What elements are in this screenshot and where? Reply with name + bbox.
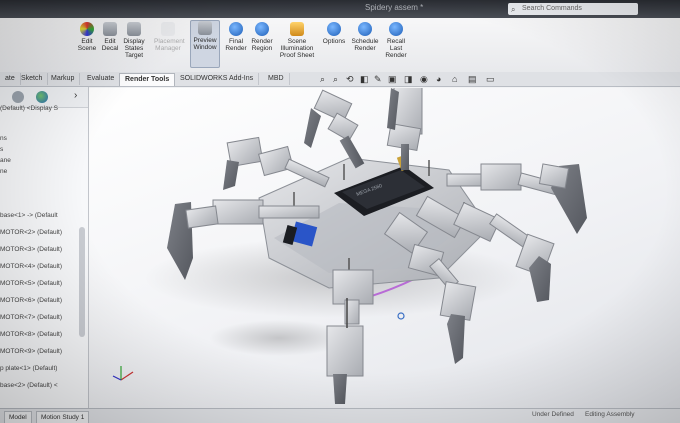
solidworks-window: Spidery assem * ⌕ Search Commands Edit S… <box>0 0 680 423</box>
illumination-icon <box>290 22 304 36</box>
final-render-button[interactable]: Final Render <box>222 22 250 52</box>
schedule-render-button[interactable]: Schedule Render <box>349 22 381 52</box>
recall-last-render-button[interactable]: Recall Last Render <box>382 22 410 59</box>
leg-front-center <box>386 88 423 170</box>
chevron-right-icon[interactable]: › <box>74 90 77 101</box>
hexapod-robot-model[interactable]: MEGA 2560 <box>89 88 680 408</box>
tab-solidworks-addins[interactable]: SOLIDWORKS Add-Ins <box>175 73 260 85</box>
options-button[interactable]: Options <box>320 22 348 45</box>
heads-up-view-toolbar: ⌕ ⌕ ⟲ ◧ ✎ ▣ ◨ ◉ ◕ ⌂ ▤ ▭ <box>320 74 530 88</box>
tree-item[interactable]: p plate<1> (Default) <box>0 363 84 374</box>
illumination-label: Scene Illumination Proof Sheet <box>279 38 315 59</box>
options-icon <box>327 22 341 36</box>
tree-item[interactable]: (Default) <Display S <box>0 103 84 114</box>
appearance-icon[interactable] <box>36 91 48 103</box>
edit-scene-label: Edit Scene <box>77 38 97 52</box>
title-bar: Spidery assem * ⌕ Search Commands <box>0 0 680 18</box>
graphics-area[interactable]: MEGA 2560 <box>89 88 680 408</box>
display-states-label: Display States Target <box>123 38 145 59</box>
render-region-icon <box>255 22 269 36</box>
previous-view-icon[interactable]: ⟲ <box>346 74 354 85</box>
tab-model[interactable]: Model <box>4 411 32 423</box>
schedule-render-icon <box>358 22 372 36</box>
tree-item[interactable]: s <box>0 144 84 155</box>
tab-sketch[interactable]: Sketch <box>16 73 49 85</box>
view-orientation-icon[interactable]: ▣ <box>388 74 397 85</box>
preview-window-button[interactable]: Preview Window <box>190 20 220 68</box>
maximize-icon[interactable]: ▭ <box>486 74 495 85</box>
zoom-area-icon[interactable]: ⌕ <box>333 74 338 85</box>
tree-item[interactable]: MOTOR<7> (Default) <box>0 312 84 323</box>
edit-appearance-icon[interactable]: ◕ <box>436 74 441 84</box>
tab-markup[interactable]: Markup <box>46 73 81 85</box>
recall-render-icon <box>389 22 403 36</box>
leg-front-center-lower <box>326 269 374 404</box>
placement-manager-label: Placement Manager <box>154 38 185 52</box>
tree-item[interactable]: ane <box>0 155 84 166</box>
tree-item[interactable]: ne <box>0 166 84 177</box>
hide-show-items-icon[interactable]: ◉ <box>420 74 428 85</box>
tree-item[interactable] <box>0 177 84 188</box>
feature-manager-panel: › (Default) <Display S ns s ane ne base<1> ->… <box>0 87 89 423</box>
render-region-button[interactable]: Render Region <box>248 22 276 52</box>
tree-item[interactable]: MOTOR<6> (Default) <box>0 295 84 306</box>
illumination-proof-sheet-button[interactable]: Scene Illumination Proof Sheet <box>279 22 315 59</box>
final-render-label: Final Render <box>225 38 247 52</box>
tab-mbd[interactable]: MBD <box>263 73 290 85</box>
tab-render-tools[interactable]: Render Tools <box>119 73 176 86</box>
search-placeholder: Search Commands <box>522 5 582 12</box>
apply-scene-icon[interactable]: ⌂ <box>452 74 457 84</box>
recall-render-label: Recall Last Render <box>385 38 407 59</box>
search-commands-input[interactable]: ⌕ Search Commands <box>508 3 638 15</box>
display-states-icon <box>127 22 141 36</box>
feature-tree-icon[interactable] <box>12 91 24 103</box>
tree-item[interactable]: MOTOR<4> (Default) <box>0 261 84 272</box>
section-view-icon[interactable]: ◧ <box>360 74 369 85</box>
tree-item[interactable]: MOTOR<2> (Default) <box>0 227 84 238</box>
status-bar: Model Motion Study 1 Under Defined Editi… <box>0 408 680 423</box>
tab-evaluate[interactable]: Evaluate <box>82 73 121 85</box>
document-title: Spidery assem * <box>365 3 424 12</box>
coordinate-triad-icon <box>112 366 134 381</box>
display-style-icon[interactable]: ◨ <box>404 74 413 85</box>
final-render-icon <box>229 22 243 36</box>
display-states-button[interactable]: Display States Target <box>120 22 148 59</box>
ribbon-toolbar: Edit Scene Edit Decal Display States Tar… <box>0 18 680 73</box>
definition-status: Under Defined <box>532 411 574 418</box>
render-region-label: Render Region <box>251 38 273 52</box>
edit-decal-icon <box>103 22 117 36</box>
edit-decal-label: Edit Decal <box>101 38 119 52</box>
preview-window-label: Preview Window <box>193 37 217 51</box>
leg-front-left-upper <box>304 89 365 169</box>
search-icon: ⌕ <box>511 5 516 14</box>
tree-item[interactable]: MOTOR<9> (Default) <box>0 346 84 357</box>
placement-manager-icon <box>161 22 175 36</box>
tree-item[interactable]: MOTOR<8> (Default) <box>0 329 84 340</box>
dynamic-annotation-icon[interactable]: ✎ <box>374 74 382 85</box>
schedule-render-label: Schedule Render <box>351 38 379 52</box>
tree-item[interactable]: base<2> (Default) < <box>0 380 84 391</box>
tree-item[interactable]: MOTOR<3> (Default) <box>0 244 84 255</box>
editing-status: Editing Assembly <box>585 411 635 418</box>
tree-scrollbar[interactable] <box>79 227 85 337</box>
placement-manager-button[interactable]: Placement Manager <box>154 22 185 52</box>
view-settings-icon[interactable]: ▤ <box>468 74 477 85</box>
tree-item[interactable]: MOTOR<5> (Default) <box>0 278 84 289</box>
edit-scene-icon <box>80 22 94 36</box>
tree-item[interactable]: base<1> -> (Default <box>0 210 84 221</box>
tree-item[interactable]: ns <box>0 133 84 144</box>
preview-window-icon <box>198 21 212 35</box>
options-label: Options <box>322 38 346 45</box>
tab-motion-study[interactable]: Motion Study 1 <box>36 411 90 423</box>
zoom-to-fit-icon[interactable]: ⌕ <box>320 74 325 85</box>
